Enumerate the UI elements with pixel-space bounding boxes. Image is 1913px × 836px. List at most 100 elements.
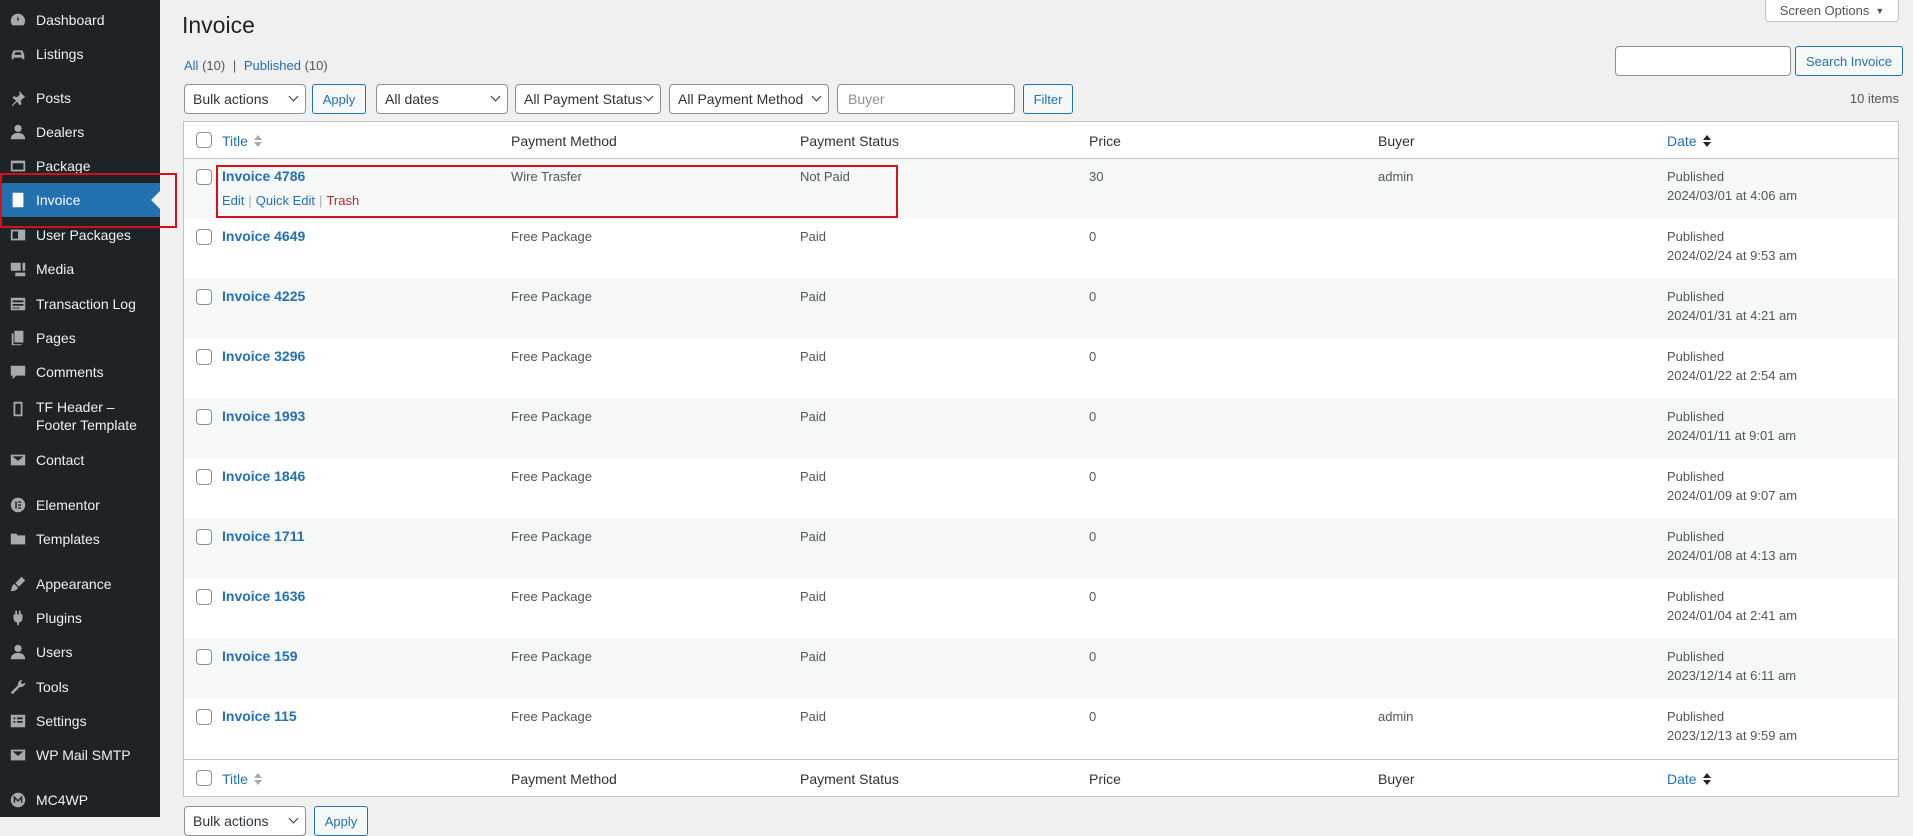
view-separator: | [232, 58, 237, 73]
column-payment-method-header: Payment Method [511, 132, 617, 149]
sidebar-item-listings[interactable]: Listings [0, 37, 160, 71]
row-checkbox[interactable] [196, 229, 212, 245]
payment-method-cell: Free Package [511, 709, 592, 724]
date-status: Published [1667, 229, 1725, 244]
view-published-link[interactable]: Published [244, 58, 301, 73]
buyer-input[interactable]: Buyer [837, 84, 1015, 114]
sidebar-item-appearance[interactable]: Appearance [0, 567, 160, 601]
payment-method-cell: Wire Trasfer [511, 169, 582, 184]
payment-status-cell: Paid [800, 349, 827, 364]
price-cell: 30 [1089, 169, 1104, 184]
search-invoice-button[interactable]: Search Invoice [1795, 46, 1903, 76]
date-value: 2023/12/13 at 9:59 am [1667, 728, 1798, 743]
invoice-title-link[interactable]: Invoice 4649 [222, 228, 305, 244]
dates-value: All dates [385, 91, 439, 107]
payment-method-cell: Free Package [511, 469, 592, 484]
sidebar-item-wp-mail-smtp[interactable]: WP Mail SMTP [0, 738, 160, 772]
search-input[interactable] [1615, 46, 1791, 76]
price-cell: 0 [1089, 349, 1097, 364]
column-title-footer[interactable]: Title [222, 760, 262, 797]
invoice-title-link[interactable]: Invoice 1711 [222, 528, 305, 544]
sidebar-item-label: Elementor [36, 497, 100, 513]
sidebar-item-transaction-log[interactable]: Transaction Log [0, 287, 160, 321]
sidebar-item-settings[interactable]: Settings [0, 704, 160, 738]
sidebar-item-label: WP Mail SMTP [36, 747, 131, 763]
sidebar-item-plugins[interactable]: Plugins [0, 601, 160, 635]
screen-options-button[interactable]: Screen Options ▼ [1765, 0, 1899, 22]
column-date-footer[interactable]: Date [1667, 760, 1711, 797]
pages-icon [0, 329, 36, 347]
sidebar-item-pages[interactable]: Pages [0, 321, 160, 355]
sidebar-item-tf-header-footer-template[interactable]: TF Header – Footer Template [0, 398, 160, 442]
row-checkbox[interactable] [196, 529, 212, 545]
sidebar-item-dealers[interactable]: Dealers [0, 115, 160, 149]
sidebar-item-users[interactable]: Users [0, 635, 160, 669]
sidebar-item-templates[interactable]: Templates [0, 522, 160, 556]
edit-link[interactable]: Edit [222, 193, 244, 208]
sidebar-item-elementor[interactable]: Elementor [0, 488, 160, 522]
trash-link[interactable]: Trash [326, 193, 359, 208]
invoice-title-link[interactable]: Invoice 115 [222, 708, 297, 724]
bulk-actions-select[interactable]: Bulk actions [184, 84, 306, 114]
row-checkbox[interactable] [196, 409, 212, 425]
sidebar-item-user-packages[interactable]: User Packages [0, 218, 160, 252]
row-checkbox[interactable] [196, 589, 212, 605]
apply-button[interactable]: Apply [312, 84, 366, 114]
sidebar-item-mc4wp[interactable]: MC4WP [0, 783, 160, 817]
sidebar-item-comments[interactable]: Comments [0, 355, 160, 389]
column-title-header[interactable]: Title [222, 122, 262, 159]
sidebar-item-invoice[interactable]: Invoice [0, 183, 160, 217]
column-title-label: Title [222, 770, 248, 787]
row-checkbox[interactable] [196, 469, 212, 485]
brush-icon [0, 575, 36, 593]
row-checkbox[interactable] [196, 649, 212, 665]
price-cell: 0 [1089, 709, 1097, 724]
select-all-checkbox[interactable] [196, 132, 212, 148]
date-status: Published [1667, 529, 1725, 544]
apply-button-bottom[interactable]: Apply [314, 806, 368, 836]
quick-edit-link[interactable]: Quick Edit [256, 193, 315, 208]
payment-status-select[interactable]: All Payment Status [515, 84, 661, 114]
items-count: 10 items [1849, 91, 1899, 106]
filter-button[interactable]: Filter [1023, 84, 1073, 114]
sidebar-item-media[interactable]: Media [0, 252, 160, 286]
price-cell: 0 [1089, 289, 1097, 304]
select-all-checkbox-footer[interactable] [196, 770, 212, 786]
search-box: Search Invoice [1615, 46, 1903, 76]
date-status: Published [1667, 289, 1725, 304]
invoice-title-link[interactable]: Invoice 4786 [222, 168, 305, 184]
sidebar-item-posts[interactable]: Posts [0, 81, 160, 115]
table-header: Title Payment Method Payment Status Pric… [184, 122, 1898, 159]
sidebar-item-tools[interactable]: Tools [0, 670, 160, 704]
column-date-header[interactable]: Date [1667, 122, 1711, 159]
dates-select[interactable]: All dates [376, 84, 508, 114]
invoice-title-link[interactable]: Invoice 1846 [222, 468, 305, 484]
table-row: Invoice 1846 Free Package Paid 0 Published 20… [184, 459, 1898, 519]
row-checkbox[interactable] [196, 169, 212, 185]
sidebar-item-package[interactable]: Package [0, 149, 160, 183]
row-checkbox[interactable] [196, 289, 212, 305]
sidebar-item-label: Dashboard [36, 12, 105, 28]
sidebar-item-dashboard[interactable]: Dashboard [0, 3, 160, 37]
date-status: Published [1667, 409, 1725, 424]
bulk-actions-select-bottom[interactable]: Bulk actions [184, 806, 306, 836]
sidebar-item-label: Plugins [36, 610, 82, 626]
invoice-title-link[interactable]: Invoice 4225 [222, 288, 305, 304]
payment-status-cell: Not Paid [800, 169, 850, 184]
payment-status-cell: Paid [800, 469, 827, 484]
sidebar-item-label: Users [36, 644, 73, 660]
wrench-icon [0, 678, 36, 696]
row-checkbox[interactable] [196, 709, 212, 725]
pin-icon [0, 89, 36, 107]
sort-icon [253, 134, 262, 147]
table-row: Invoice 4786 Wire Trasfer Not Paid 30 admin P… [184, 159, 1898, 219]
payment-method-select[interactable]: All Payment Method [669, 84, 829, 114]
invoice-title-link[interactable]: Invoice 1993 [222, 408, 305, 424]
invoice-title-link[interactable]: Invoice 3296 [222, 348, 305, 364]
invoice-title-link[interactable]: Invoice 1636 [222, 588, 305, 604]
row-checkbox[interactable] [196, 349, 212, 365]
column-payment-status-footer: Payment Status [800, 770, 899, 787]
sidebar-item-contact[interactable]: Contact [0, 443, 160, 477]
view-all-link[interactable]: All [184, 58, 198, 73]
invoice-title-link[interactable]: Invoice 159 [222, 648, 298, 664]
